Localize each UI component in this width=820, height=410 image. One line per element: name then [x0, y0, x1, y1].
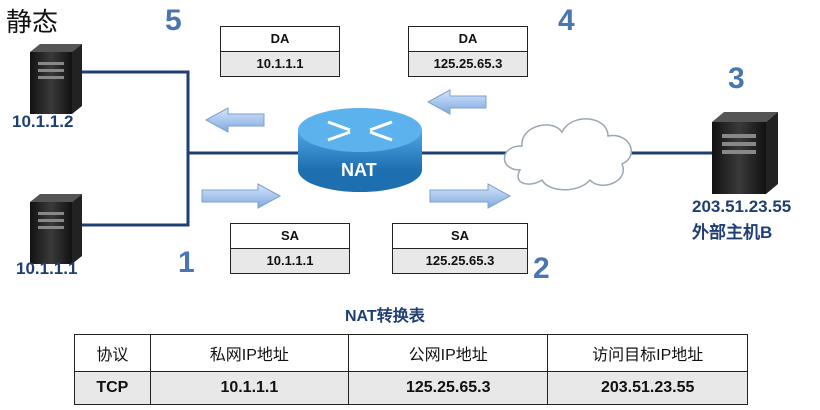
table-cell: 10.1.1.1	[149, 371, 350, 405]
step-number: 1	[178, 246, 195, 279]
server-icon	[30, 44, 82, 114]
arrow-right-icon	[201, 183, 282, 209]
table-cell: TCP	[74, 371, 151, 405]
table-row: TCP 10.1.1.1 125.25.65.3 203.51.23.55	[74, 371, 748, 405]
arrow-left-icon	[204, 107, 265, 133]
server-icon	[712, 112, 778, 194]
step-number: 4	[558, 4, 575, 37]
table-cell: 125.25.65.3	[348, 371, 549, 405]
table-header-row: 协议 私网IP地址 公网IP地址 访问目标IP地址	[74, 334, 748, 372]
box-value: 10.1.1.1	[221, 52, 339, 76]
table-header-cell: 公网IP地址	[348, 334, 549, 372]
table-header-cell: 协议	[74, 334, 151, 372]
step-number: 5	[165, 4, 182, 37]
table-cell: 203.51.23.55	[547, 371, 748, 405]
box-value: 125.25.65.3	[409, 52, 527, 76]
step-number: 3	[728, 62, 745, 95]
table-title: NAT转换表	[345, 308, 425, 325]
packet-box-sa-inside: SA 10.1.1.1	[230, 223, 350, 274]
step-number: 2	[533, 252, 550, 285]
box-value: 10.1.1.1	[231, 249, 349, 273]
table-header-cell: 访问目标IP地址	[547, 334, 748, 372]
router-label: NAT	[341, 160, 377, 180]
host-ip-label: 10.1.1.2	[12, 112, 74, 131]
box-header: SA	[393, 224, 527, 249]
box-header: DA	[409, 27, 527, 52]
host-ip-label: 10.1.1.1	[16, 259, 78, 278]
packet-box-da-inside: DA 10.1.1.1	[220, 26, 340, 77]
table-header-cell: 私网IP地址	[149, 334, 350, 372]
host-ip-label: 203.51.23.55	[692, 197, 792, 216]
arrow-left-icon	[426, 89, 487, 115]
packet-box-sa-outside: SA 125.25.65.3	[392, 223, 528, 274]
server-icon	[30, 194, 82, 264]
arrow-right-icon	[429, 183, 512, 209]
cloud-icon	[503, 118, 633, 191]
box-header: DA	[221, 27, 339, 52]
box-value: 125.25.65.3	[393, 249, 527, 273]
box-header: SA	[231, 224, 349, 249]
packet-box-da-outside: DA 125.25.65.3	[408, 26, 528, 77]
page-title: 静态	[6, 8, 59, 38]
host-name-label: 外部主机B	[692, 223, 773, 242]
nat-table: 协议 私网IP地址 公网IP地址 访问目标IP地址 TCP 10.1.1.1 1…	[74, 334, 748, 405]
